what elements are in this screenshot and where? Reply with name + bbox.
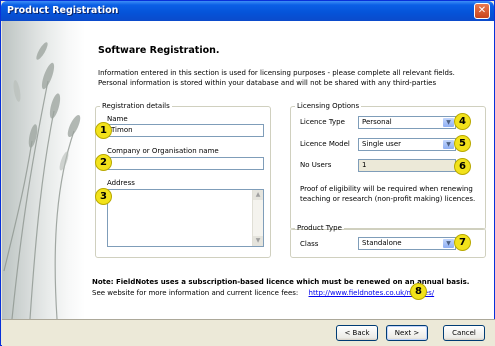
licence-type-value: Personal	[362, 118, 392, 126]
callout-badge-3: 3	[95, 188, 112, 205]
no-users-field[interactable]: 1	[358, 159, 456, 172]
page-heading: Software Registration.	[98, 45, 220, 56]
callout-badge-8: 8	[410, 283, 427, 300]
class-label: Class	[300, 240, 319, 248]
licence-model-select[interactable]: Single user ▼	[358, 138, 456, 151]
intro-line-1: Information entered in this section is u…	[98, 69, 455, 77]
callout-badge-5: 5	[454, 135, 471, 152]
licence-model-value: Single user	[362, 140, 402, 148]
chevron-down-icon[interactable]: ▼	[443, 140, 454, 149]
licence-type-select[interactable]: Personal ▼	[358, 116, 456, 129]
company-field[interactable]	[107, 157, 264, 170]
class-select[interactable]: Standalone ▼	[358, 237, 456, 250]
intro-text: Information entered in this section is u…	[98, 68, 488, 88]
wheat-field-banner-image	[2, 21, 85, 319]
callout-badge-2: 2	[95, 154, 112, 171]
chevron-down-icon[interactable]: ▼	[443, 239, 454, 248]
chevron-down-icon[interactable]: ▼	[443, 118, 454, 127]
address-label: Address	[107, 179, 135, 187]
callout-badge-4: 4	[454, 113, 471, 130]
registration-details-legend: Registration details	[102, 102, 170, 110]
next-button[interactable]: Next >	[386, 325, 428, 341]
website-note: See website for more information and cur…	[92, 289, 434, 297]
close-icon[interactable]: ✕	[474, 3, 490, 19]
product-type-legend: Product Type	[297, 224, 342, 232]
proof-of-eligibility-text: Proof of eligibility will be required wh…	[300, 184, 480, 204]
no-users-label: No Users	[300, 161, 332, 169]
name-field[interactable]: Timon	[107, 124, 264, 137]
company-label: Company or Organisation name	[107, 147, 219, 155]
licence-model-label: Licence Model	[300, 140, 350, 148]
product-registration-window: Product Registration ✕ Software Registra…	[0, 0, 495, 346]
licence-type-label: Licence Type	[300, 118, 345, 126]
intro-line-2: Personal information is stored within yo…	[98, 79, 437, 87]
licensing-options-legend: Licensing Options	[297, 102, 360, 110]
address-scrollbar[interactable]: ▲ ▼	[252, 190, 263, 246]
callout-badge-1: 1	[95, 122, 112, 139]
callout-badge-7: 7	[454, 234, 471, 251]
scroll-up-icon[interactable]: ▲	[253, 190, 263, 200]
address-textarea[interactable]: ▲ ▼	[107, 189, 264, 247]
window-title: Product Registration	[7, 5, 119, 16]
class-value: Standalone	[362, 239, 402, 247]
name-label: Name	[107, 115, 128, 123]
registration-content: Software Registration. Information enter…	[85, 21, 494, 319]
proof-line-2: teaching or research (non-profit making)…	[300, 195, 476, 203]
back-button[interactable]: < Back	[336, 325, 378, 341]
title-bar[interactable]: Product Registration ✕	[1, 1, 494, 21]
see-website-text: See website for more information and cur…	[92, 289, 299, 297]
wizard-button-bar: < Back Next > Cancel	[2, 319, 495, 346]
scroll-down-icon[interactable]: ▼	[253, 236, 263, 246]
cancel-button[interactable]: Cancel	[443, 325, 485, 341]
proof-line-1: Proof of eligibility will be required wh…	[300, 185, 473, 193]
callout-badge-6: 6	[454, 158, 471, 175]
